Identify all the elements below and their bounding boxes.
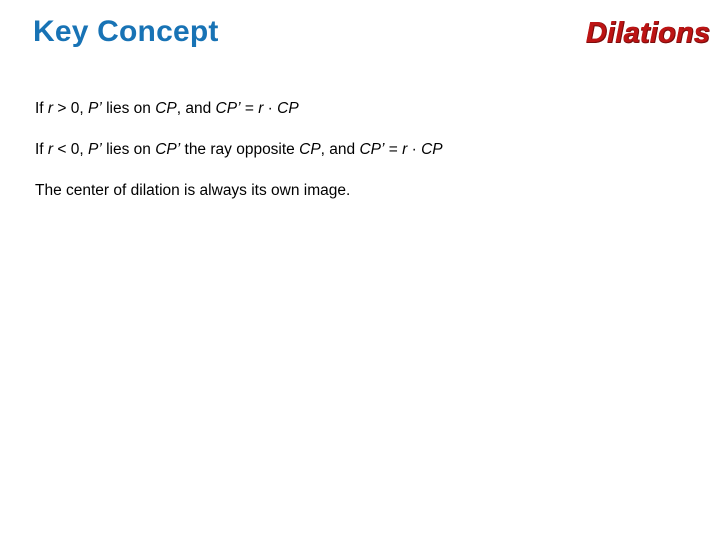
math-variable: CP [421,141,443,158]
text-run: = [240,100,259,117]
page-title: Key Concept [33,15,219,48]
slide-header: Key Concept Dilations [0,0,720,70]
math-variable: P’ [88,100,102,117]
math-variable: CP’ [155,141,181,158]
text-run: · [263,100,278,117]
text-run: = [384,141,403,158]
text-run: the ray opposite [180,141,300,158]
text-run: , and [320,141,360,158]
negative-scale-factor-rule: If r < 0, P’ lies on CP’ the ray opposit… [35,129,705,170]
math-variable: CP [299,141,321,158]
slide-canvas: Key Concept Dilations If r > 0, P’ lies … [0,0,720,540]
math-variable: CP’ [215,100,241,117]
center-of-dilation-rule: The center of dilation is always its own… [35,170,705,211]
text-run: If [35,141,48,158]
math-variable: CP [277,100,299,117]
text-run: · [407,141,422,158]
text-run: > 0, [53,100,88,117]
text-run: If [35,100,48,117]
text-run: < 0, [53,141,88,158]
text-run: The center of dilation is always its own… [35,182,351,199]
text-run: , and [176,100,216,117]
text-run: lies on [101,100,156,117]
math-variable: P’ [88,141,102,158]
key-concept-body: If r > 0, P’ lies on CP, and CP’ = r · C… [35,88,705,211]
math-variable: CP [155,100,177,117]
math-variable: CP’ [359,141,385,158]
topic-title: Dilations [585,17,710,49]
text-run: lies on [101,141,156,158]
positive-scale-factor-rule: If r > 0, P’ lies on CP, and CP’ = r · C… [35,88,705,129]
